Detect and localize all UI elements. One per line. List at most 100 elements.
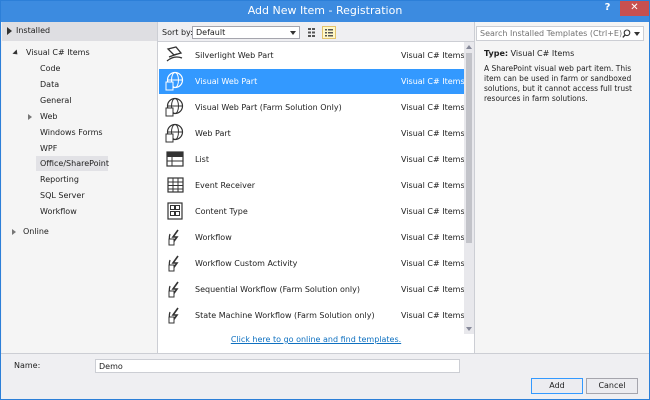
name-field[interactable] xyxy=(95,359,460,373)
tree-item-data[interactable]: Data xyxy=(2,77,157,92)
template-category: Visual C# Items xyxy=(401,259,465,268)
template-category: Visual C# Items xyxy=(401,285,465,294)
template-list-scrollbar[interactable] xyxy=(464,42,474,334)
title-bar: Add New Item - Registration ? ✕ xyxy=(1,1,649,22)
globe-page-icon xyxy=(165,97,185,117)
template-name: Visual Web Part xyxy=(195,77,258,86)
list-item[interactable]: List Visual C# Items xyxy=(159,147,465,172)
template-category: Visual C# Items xyxy=(401,51,465,60)
collapsed-icon[interactable] xyxy=(28,114,32,120)
search-placeholder: Search Installed Templates (Ctrl+E) xyxy=(480,29,623,38)
tree-item-label: Visual C# Items xyxy=(26,48,90,57)
template-name: State Machine Workflow (Farm Solution on… xyxy=(195,311,375,320)
template-category: Visual C# Items xyxy=(401,311,465,320)
template-list-panel: Sort by: Default Silverlight Web Part Vi… xyxy=(157,22,475,353)
workflow-icon xyxy=(165,305,185,325)
tree-header-installed[interactable]: Installed xyxy=(2,22,157,41)
event-receiver-icon xyxy=(165,175,185,195)
template-name: Silverlight Web Part xyxy=(195,51,274,60)
online-templates-link[interactable]: Click here to go online and find templat… xyxy=(158,335,474,344)
globe-page-icon xyxy=(165,123,185,143)
workflow-icon xyxy=(165,227,185,247)
template-category: Visual C# Items xyxy=(401,129,465,138)
tree-item-label: Web xyxy=(40,112,58,121)
help-button[interactable]: ? xyxy=(595,1,620,16)
tree-item-label: Reporting xyxy=(40,175,79,184)
tree-item-label: Data xyxy=(40,80,60,89)
list-item[interactable]: Sequential Workflow (Farm Solution only)… xyxy=(159,277,465,302)
template-description: A SharePoint visual web part item. This … xyxy=(484,64,632,103)
content-type-icon xyxy=(165,201,185,221)
tree-item-wpf[interactable]: WPF xyxy=(2,141,157,156)
scroll-thumb[interactable] xyxy=(466,53,472,243)
tree-item-office-sharepoint[interactable]: Office/SharePoint xyxy=(36,156,109,171)
tree-item-label: Workflow xyxy=(40,207,77,216)
list-item[interactable]: Content Type Visual C# Items xyxy=(159,199,465,224)
scroll-up-icon[interactable] xyxy=(466,45,472,49)
workflow-icon xyxy=(165,253,185,273)
search-input[interactable]: Search Installed Templates (Ctrl+E) xyxy=(476,26,644,41)
template-name: List xyxy=(195,155,209,164)
list-item[interactable]: Workflow Visual C# Items xyxy=(159,225,465,250)
close-button[interactable]: ✕ xyxy=(620,1,649,16)
window-title: Add New Item - Registration xyxy=(247,4,403,17)
tree-item-web[interactable]: Web xyxy=(2,109,157,124)
sort-dropdown[interactable]: Default xyxy=(192,26,300,39)
type-value: Visual C# Items xyxy=(510,49,575,58)
add-new-item-dialog: Add New Item - Registration ? ✕ Installe… xyxy=(0,0,650,400)
tree-item-reporting[interactable]: Reporting xyxy=(2,172,157,187)
template-category: Visual C# Items xyxy=(401,181,465,190)
list-item[interactable]: State Machine Workflow (Farm Solution on… xyxy=(159,303,465,328)
list-item[interactable]: Web Part Visual C# Items xyxy=(159,121,465,146)
tree-item-label: WPF xyxy=(40,144,58,153)
list-view-icon[interactable] xyxy=(322,26,336,39)
type-line: Type: Visual C# Items xyxy=(484,49,574,58)
tree-item-label: Windows Forms xyxy=(40,128,103,137)
sort-value: Default xyxy=(196,28,226,37)
list-item[interactable]: Event Receiver Visual C# Items xyxy=(159,173,465,198)
template-name: Event Receiver xyxy=(195,181,256,190)
tree-item-sql-server[interactable]: SQL Server xyxy=(2,188,157,203)
template-category: Visual C# Items xyxy=(401,155,465,164)
tree-item-label: Code xyxy=(40,64,61,73)
chevron-down-icon[interactable] xyxy=(634,32,640,36)
grid-view-icon[interactable] xyxy=(306,26,320,39)
template-category: Visual C# Items xyxy=(401,207,465,216)
list-item-selected[interactable]: Visual Web Part Visual C# Items xyxy=(159,69,465,94)
cancel-button[interactable]: Cancel xyxy=(586,378,638,394)
details-panel: Search Installed Templates (Ctrl+E) Type… xyxy=(475,22,649,353)
sort-toolbar: Sort by: Default xyxy=(158,22,474,42)
type-label: Type: xyxy=(484,49,509,58)
chevron-down-icon xyxy=(290,31,296,35)
template-name: Content Type xyxy=(195,207,248,216)
template-name: Workflow Custom Activity xyxy=(195,259,298,268)
list-item[interactable]: Visual Web Part (Farm Solution Only) Vis… xyxy=(159,95,465,120)
tree-item-label: Online xyxy=(23,227,49,236)
tree-item-label: General xyxy=(40,96,72,105)
search-icon[interactable] xyxy=(622,29,631,38)
list-icon xyxy=(165,149,185,169)
list-item[interactable]: Workflow Custom Activity Visual C# Items xyxy=(159,251,465,276)
template-name: Workflow xyxy=(195,233,232,242)
template-name: Visual Web Part (Farm Solution Only) xyxy=(195,103,342,112)
add-button[interactable]: Add xyxy=(531,378,583,394)
sort-label: Sort by: xyxy=(162,28,193,37)
collapsed-icon[interactable] xyxy=(12,229,16,235)
globe-page-icon xyxy=(165,71,185,91)
silverlight-icon xyxy=(165,45,185,65)
template-category: Visual C# Items xyxy=(401,103,465,112)
tree-item-code[interactable]: Code xyxy=(2,61,157,76)
scroll-down-icon[interactable] xyxy=(466,327,472,331)
workflow-icon xyxy=(165,279,185,299)
tree-item-online[interactable]: Online xyxy=(2,224,157,239)
tree-item-windows-forms[interactable]: Windows Forms xyxy=(2,125,157,140)
tree-item-label: SQL Server xyxy=(40,191,85,200)
tree-item-visual-csharp-items[interactable]: Visual C# Items xyxy=(2,45,157,60)
template-tree: Installed Visual C# Items Code Data Gene… xyxy=(2,22,157,353)
template-category: Visual C# Items xyxy=(401,233,465,242)
template-category: Visual C# Items xyxy=(401,77,465,86)
list-item[interactable]: Silverlight Web Part Visual C# Items xyxy=(159,43,465,68)
tree-item-workflow[interactable]: Workflow xyxy=(2,204,157,219)
tree-item-general[interactable]: General xyxy=(2,93,157,108)
expanded-icon xyxy=(12,49,20,57)
